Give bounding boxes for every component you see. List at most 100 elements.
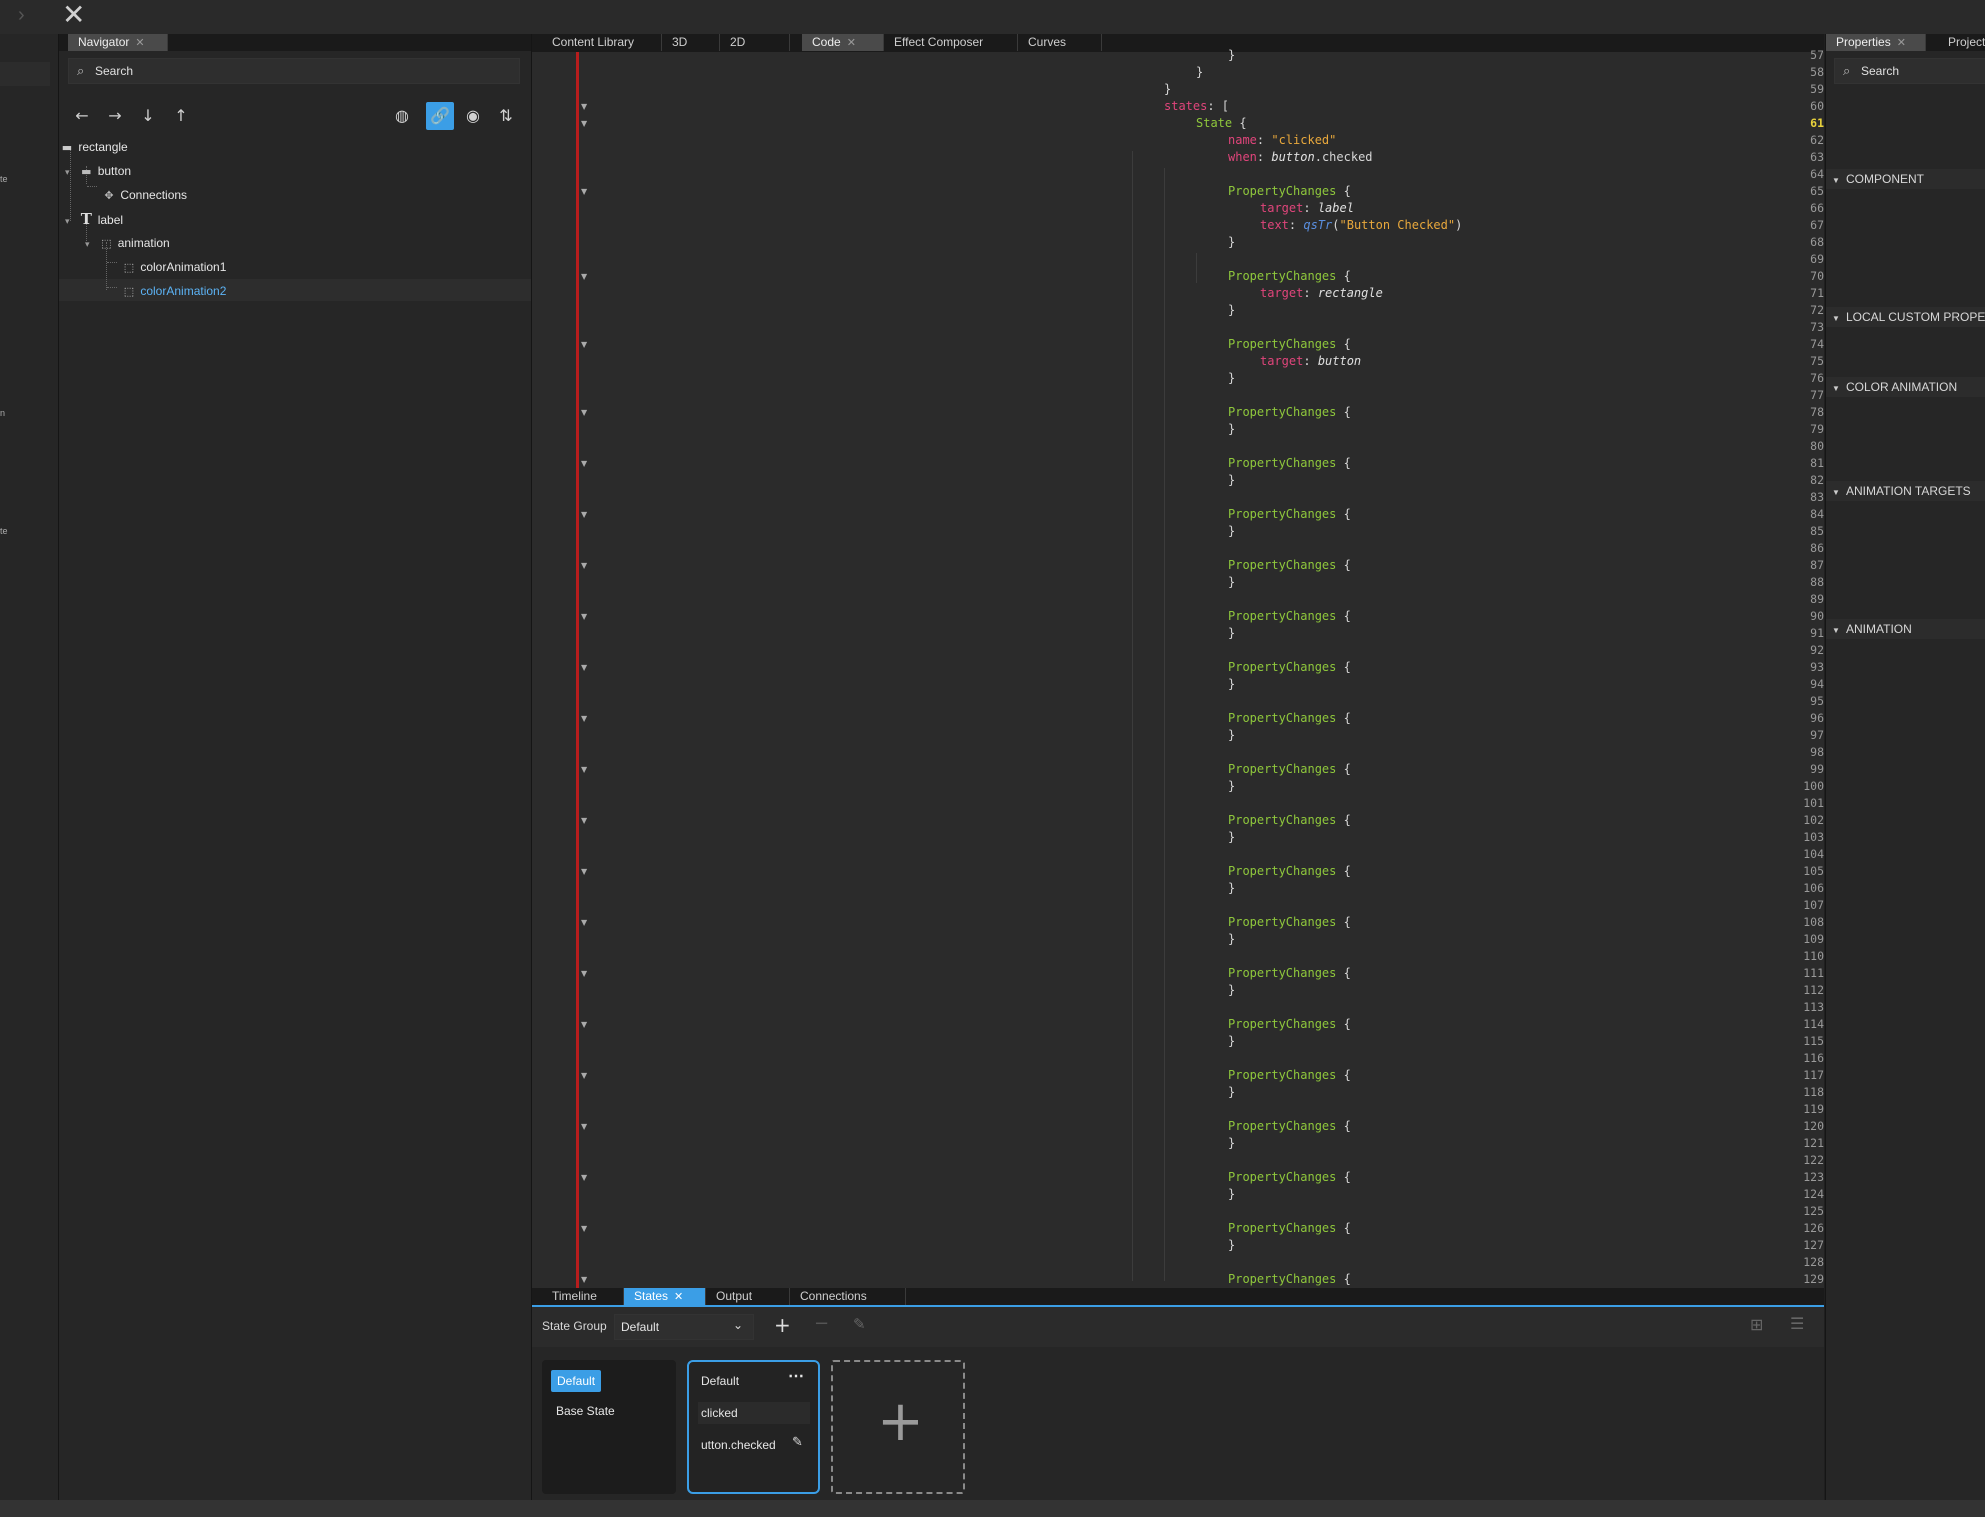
tab-3d[interactable]: 3D — [662, 34, 720, 51]
tab-properties[interactable]: Properties ✕ — [1826, 34, 1926, 51]
tree-item-connections[interactable]: ✥ Connections — [101, 184, 187, 206]
fold-arrow-icon[interactable]: ▼ — [581, 557, 591, 574]
code-line[interactable]: } — [1164, 81, 1171, 98]
tab-timeline[interactable]: Timeline — [542, 1288, 624, 1305]
fold-arrow-icon[interactable]: ▼ — [581, 336, 591, 353]
code-line[interactable]: PropertyChanges { — [1228, 965, 1351, 982]
code-line[interactable]: PropertyChanges { — [1228, 608, 1351, 625]
fold-arrow-icon[interactable]: ▼ — [581, 1271, 591, 1288]
tab-states[interactable]: States ✕ — [624, 1288, 706, 1305]
code-line[interactable]: } — [1228, 727, 1235, 744]
code-line[interactable]: PropertyChanges { — [1228, 1118, 1351, 1135]
code-line[interactable]: } — [1228, 880, 1235, 897]
base-state-card[interactable]: Default Base State — [542, 1360, 676, 1494]
fold-arrow-icon[interactable]: ▼ — [581, 1169, 591, 1186]
fold-arrow-icon[interactable]: ▼ — [581, 455, 591, 472]
tab-output[interactable]: Output — [706, 1288, 790, 1305]
fold-arrow-icon[interactable]: ▼ — [581, 710, 591, 727]
fold-arrow-icon[interactable]: ▼ — [581, 98, 591, 115]
code-line[interactable]: PropertyChanges { — [1228, 1220, 1351, 1237]
edit-condition-icon[interactable]: ✎ — [792, 1435, 803, 1450]
code-line[interactable]: } — [1196, 64, 1203, 81]
state-group-select[interactable]: Default ⌄ — [614, 1314, 754, 1340]
code-line[interactable]: } — [1228, 234, 1235, 251]
code-line[interactable]: } — [1228, 676, 1235, 693]
code-line[interactable]: } — [1228, 472, 1235, 489]
code-line[interactable]: } — [1228, 931, 1235, 948]
code-line[interactable]: target: label — [1260, 200, 1354, 217]
code-line[interactable]: PropertyChanges { — [1228, 1271, 1351, 1288]
fold-arrow-icon[interactable]: ▼ — [581, 506, 591, 523]
close-icon[interactable]: ✕ — [62, 0, 85, 31]
section-color-animation[interactable]: ▼ COLOR ANIMATION — [1826, 377, 1985, 397]
code-line[interactable]: PropertyChanges { — [1228, 506, 1351, 523]
code-line[interactable]: } — [1228, 829, 1235, 846]
tab-navigator[interactable]: Navigator ✕ — [68, 34, 168, 51]
code-line[interactable]: } — [1228, 1084, 1235, 1101]
fold-arrow-icon[interactable]: ▼ — [581, 914, 591, 931]
fold-arrow-icon[interactable]: ▼ — [581, 1118, 591, 1135]
close-icon[interactable]: ✕ — [674, 1289, 683, 1306]
fold-arrow-icon[interactable]: ▼ — [581, 404, 591, 421]
state-name-field[interactable]: clicked — [698, 1402, 810, 1424]
code-line[interactable]: } — [1228, 523, 1235, 540]
code-line[interactable]: PropertyChanges { — [1228, 404, 1351, 421]
code-line[interactable]: PropertyChanges { — [1228, 557, 1351, 574]
tree-item-coloranimation2[interactable]: ⬚ colorAnimation2 — [121, 280, 227, 302]
tab-connections[interactable]: Connections — [790, 1288, 906, 1305]
list-view-icon[interactable]: ☰ — [1790, 1314, 1804, 1333]
code-line[interactable]: PropertyChanges { — [1228, 710, 1351, 727]
code-line[interactable]: } — [1228, 1186, 1235, 1203]
code-line[interactable]: } — [1228, 1237, 1235, 1254]
code-line[interactable]: State { — [1196, 115, 1247, 132]
fold-arrow-icon[interactable]: ▼ — [581, 1220, 591, 1237]
section-animation-targets[interactable]: ▼ ANIMATION TARGETS — [1826, 481, 1985, 501]
tree-item-animation[interactable]: ▾ ⬚ animation — [85, 232, 170, 254]
tree-item-rectangle[interactable]: ▬ rectangle — [59, 136, 128, 158]
fold-arrow-icon[interactable]: ▼ — [581, 115, 591, 132]
sort-icon[interactable]: ⇅ — [492, 102, 520, 130]
close-icon[interactable]: ✕ — [847, 35, 856, 52]
fold-arrow-icon[interactable]: ▼ — [581, 268, 591, 285]
tab-effect-composer[interactable]: Effect Composer — [884, 34, 1018, 51]
add-state-button[interactable]: + — [831, 1360, 965, 1494]
properties-search-input[interactable]: ⌕ Search — [1834, 58, 1985, 84]
code-line[interactable]: } — [1228, 421, 1235, 438]
code-line[interactable]: PropertyChanges { — [1228, 659, 1351, 676]
palette-icon[interactable]: ◍ — [388, 102, 416, 130]
fold-arrow-icon[interactable]: ▼ — [581, 863, 591, 880]
code-line[interactable]: PropertyChanges { — [1228, 1016, 1351, 1033]
collapse-arrow-icon[interactable]: ▾ — [65, 210, 75, 232]
move-down-icon[interactable]: ↓ — [134, 102, 162, 130]
fold-arrow-icon[interactable]: ▼ — [581, 608, 591, 625]
grid-view-icon[interactable]: ⊞ — [1750, 1315, 1763, 1334]
code-line[interactable]: } — [1228, 302, 1235, 319]
collapse-arrow-icon[interactable]: ▾ — [65, 161, 75, 183]
tree-item-button[interactable]: ▾ ▬ button — [65, 160, 131, 182]
fold-arrow-icon[interactable]: ▼ — [581, 1067, 591, 1084]
move-right-icon[interactable]: → — [101, 102, 129, 130]
tab-project[interactable]: Project — [1938, 34, 1985, 51]
tab-content-library[interactable]: Content Library — [542, 34, 662, 51]
section-animation[interactable]: ▼ ANIMATION — [1826, 619, 1985, 639]
tab-2d[interactable]: 2D — [720, 34, 790, 51]
code-line[interactable]: text: qsTr("Button Checked") — [1260, 217, 1462, 234]
code-line[interactable]: } — [1228, 778, 1235, 795]
close-icon[interactable]: ✕ — [135, 35, 144, 52]
code-line[interactable]: } — [1228, 370, 1235, 387]
code-line[interactable]: PropertyChanges { — [1228, 761, 1351, 778]
close-icon[interactable]: ✕ — [1897, 35, 1906, 52]
fold-arrow-icon[interactable]: ▼ — [581, 761, 591, 778]
fold-arrow-icon[interactable]: ▼ — [581, 659, 591, 676]
code-line[interactable]: states: [ — [1164, 98, 1229, 115]
tree-item-label[interactable]: ▾ T label — [65, 208, 123, 230]
fold-arrow-icon[interactable]: ▼ — [581, 183, 591, 200]
code-line[interactable]: } — [1228, 1033, 1235, 1050]
navigator-search-input[interactable]: ⌕ Search — [68, 58, 520, 84]
move-left-icon[interactable]: ← — [68, 102, 96, 130]
code-line[interactable]: } — [1228, 625, 1235, 642]
link-icon[interactable]: 🔗 — [426, 102, 454, 130]
code-line[interactable]: PropertyChanges { — [1228, 183, 1351, 200]
tree-item-coloranimation1[interactable]: ⬚ colorAnimation1 — [121, 256, 227, 278]
code-line[interactable]: when: button.checked — [1228, 149, 1373, 166]
